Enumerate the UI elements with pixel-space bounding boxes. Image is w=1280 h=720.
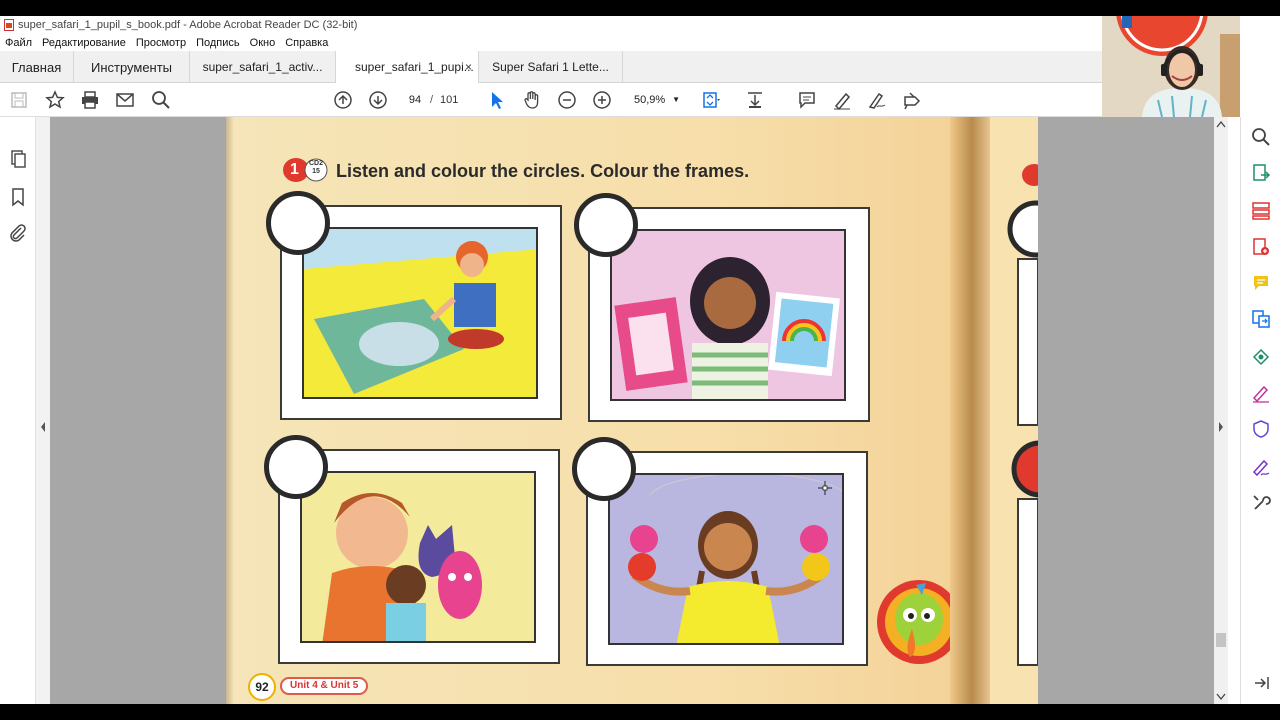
scrollbar-thumb[interactable] bbox=[1216, 633, 1226, 647]
close-tab-icon[interactable]: × bbox=[465, 60, 472, 74]
previous-page-icon[interactable] bbox=[332, 89, 354, 111]
request-signature-icon[interactable] bbox=[1251, 457, 1271, 477]
tab-document-pupils-book-label: super_safari_1_pupi... bbox=[355, 60, 474, 74]
picture-girl-drawings bbox=[610, 229, 846, 401]
menu-bar: Файл Редактирование Просмотр Подпись Окн… bbox=[0, 34, 1102, 51]
menu-sign[interactable]: Подпись bbox=[191, 37, 245, 49]
exercise-instruction: Listen and colour the circles. Colour th… bbox=[336, 161, 750, 181]
zoom-level-value: 50,9% bbox=[634, 94, 666, 106]
page-thumbnails-icon[interactable] bbox=[8, 149, 28, 169]
tab-document-pupils-book[interactable]: super_safari_1_pupi... × bbox=[336, 51, 479, 83]
menu-file[interactable]: Файл bbox=[0, 37, 37, 49]
menu-window[interactable]: Окно bbox=[245, 37, 281, 49]
picture-girl-juggling bbox=[608, 473, 844, 645]
right-tools-pane bbox=[1240, 117, 1280, 704]
webcam-presenter-image bbox=[1102, 16, 1240, 117]
scrollbar-arrows bbox=[1216, 120, 1226, 701]
search-zoom-icon[interactable] bbox=[1251, 127, 1271, 147]
left-navigation-pane bbox=[0, 117, 36, 704]
exercise-number: 1 bbox=[290, 161, 299, 178]
attachments-icon[interactable] bbox=[8, 223, 28, 243]
email-icon[interactable] bbox=[114, 89, 136, 111]
zoom-in-icon[interactable] bbox=[591, 89, 613, 111]
tab-document-letters[interactable]: Super Safari 1 Lette... bbox=[479, 51, 623, 83]
bookmark-star-icon[interactable] bbox=[44, 89, 66, 111]
colour-circle-2 bbox=[574, 193, 638, 257]
fill-and-sign-icon[interactable] bbox=[1251, 383, 1271, 403]
page-number-input[interactable]: 94 bbox=[400, 91, 430, 109]
tab-document-activity[interactable]: super_safari_1_activ... bbox=[190, 51, 336, 83]
fill-sign-icon[interactable] bbox=[901, 89, 923, 111]
picture-man-children-toys bbox=[300, 471, 536, 643]
tab-home[interactable]: Главная bbox=[0, 51, 74, 83]
tab-bar: Главная Инструменты super_safari_1_activ… bbox=[0, 51, 1102, 83]
title-bar: super_safari_1_pupil_s_book.pdf - Adobe … bbox=[0, 16, 1102, 34]
webcam-overlay bbox=[1102, 16, 1240, 117]
export-pdf-icon[interactable] bbox=[1251, 163, 1271, 183]
highlight-pen-icon[interactable] bbox=[831, 89, 853, 111]
colour-circle-3 bbox=[264, 435, 328, 499]
main-toolbar: 94 / 101 50,9% ▼ bbox=[0, 83, 1240, 117]
chevron-down-icon: ▼ bbox=[672, 95, 680, 104]
draw-signature-icon[interactable] bbox=[866, 89, 888, 111]
window-title: super_safari_1_pupil_s_book.pdf - Adobe … bbox=[18, 19, 358, 31]
menu-help[interactable]: Справка bbox=[280, 37, 333, 49]
left-pane-collapse-handle[interactable] bbox=[36, 117, 50, 704]
colour-circle-4 bbox=[572, 437, 636, 501]
page-edge-shadow bbox=[226, 117, 234, 704]
zoom-level-dropdown[interactable]: 50,9% ▼ bbox=[626, 91, 684, 109]
crosshair-cursor-icon bbox=[818, 481, 832, 495]
picture-boy-puzzle bbox=[302, 227, 538, 399]
pdf-page: 1 CD2 15 Listen and colour the circles. … bbox=[226, 117, 1069, 704]
protect-shield-icon[interactable] bbox=[1251, 419, 1271, 439]
save-icon[interactable] bbox=[8, 89, 30, 111]
hand-tool-icon[interactable] bbox=[521, 89, 543, 111]
search-icon[interactable] bbox=[150, 89, 172, 111]
organize-pages-icon[interactable] bbox=[1251, 201, 1271, 221]
collapse-right-pane-icon[interactable] bbox=[1251, 673, 1271, 693]
unit-label: Unit 4 & Unit 5 bbox=[280, 677, 369, 695]
comment-icon[interactable] bbox=[796, 89, 818, 111]
vertical-scrollbar[interactable] bbox=[1214, 117, 1228, 704]
print-icon[interactable] bbox=[79, 89, 101, 111]
pdf-file-icon bbox=[4, 19, 14, 31]
select-cursor-icon[interactable] bbox=[486, 89, 508, 111]
document-viewport[interactable]: 1 CD2 15 Listen and colour the circles. … bbox=[50, 117, 1214, 704]
next-page-icon[interactable] bbox=[367, 89, 389, 111]
more-tools-icon[interactable] bbox=[1251, 493, 1271, 513]
send-for-review-icon[interactable] bbox=[1251, 347, 1271, 367]
page-separator: / bbox=[430, 94, 434, 106]
chevron-left-icon bbox=[41, 422, 45, 432]
bookmarks-icon[interactable] bbox=[8, 187, 28, 207]
colour-circle-1 bbox=[266, 191, 330, 255]
page-total: 101 bbox=[440, 94, 459, 106]
comment-tool-icon[interactable] bbox=[1251, 273, 1271, 293]
scroll-mode-icon[interactable] bbox=[744, 89, 766, 111]
video-letterbox-bottom bbox=[0, 704, 1280, 720]
combine-files-icon[interactable] bbox=[1251, 309, 1271, 329]
tab-tools[interactable]: Инструменты bbox=[74, 51, 190, 83]
cd-track-label: CD2 15 bbox=[308, 160, 323, 175]
menu-edit[interactable]: Редактирование bbox=[37, 37, 131, 49]
fit-page-icon[interactable] bbox=[700, 89, 722, 111]
book-gutter bbox=[950, 117, 990, 704]
zoom-out-icon[interactable] bbox=[556, 89, 578, 111]
acrobat-window: super_safari_1_pupil_s_book.pdf - Adobe … bbox=[0, 16, 1280, 704]
menu-view[interactable]: Просмотр bbox=[131, 37, 191, 49]
create-pdf-icon[interactable] bbox=[1251, 237, 1271, 257]
next-page-edge bbox=[990, 117, 1069, 704]
page-number-badge: 92 bbox=[248, 673, 276, 701]
